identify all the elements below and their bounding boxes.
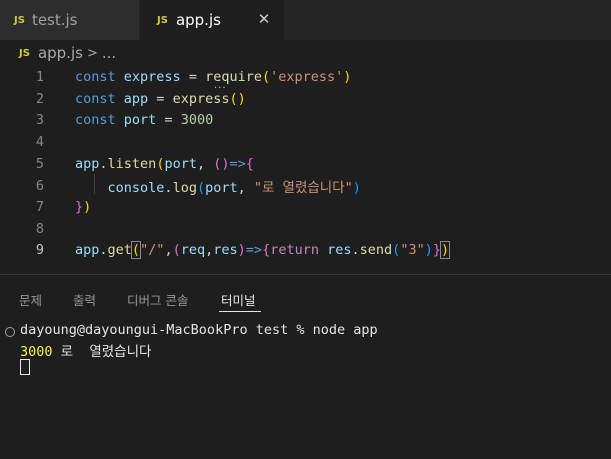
terminal-output-text: 로 열렸습니다 bbox=[52, 344, 152, 360]
line-number: 7 bbox=[35, 198, 44, 215]
terminal-prompt-line: dayoung@dayoungui-MacBookPro test % node… bbox=[20, 322, 378, 338]
line-number: 5 bbox=[35, 155, 44, 172]
code-text: const port = 3000 bbox=[75, 111, 214, 128]
tab-output[interactable]: 출력 bbox=[73, 290, 96, 309]
code-line: 5 app.listen(port, ()=>{ bbox=[0, 153, 611, 174]
tab-problems[interactable]: 문제 bbox=[19, 290, 42, 309]
tab-test-js[interactable]: JS test.js bbox=[0, 0, 140, 40]
close-icon[interactable]: ✕ bbox=[254, 9, 274, 29]
hover-hint-dots: ... bbox=[214, 80, 227, 91]
tab-label: test.js bbox=[31, 11, 78, 29]
terminal-cursor-icon bbox=[20, 359, 30, 375]
tab-label: app.js bbox=[175, 11, 221, 29]
line-number: 1 bbox=[35, 68, 44, 85]
breadcrumb-more[interactable]: ... bbox=[102, 44, 116, 62]
tab-debug-console[interactable]: 디버그 콘솔 bbox=[127, 290, 188, 309]
code-text: console.log(port, "로 열렸습니다") bbox=[107, 179, 361, 196]
code-line-current: 9 app.get("/",(req,res)=>{return res.sen… bbox=[0, 239, 611, 260]
tab-terminal[interactable]: 터미널 bbox=[221, 290, 256, 309]
breadcrumb-file[interactable]: app.js bbox=[38, 44, 83, 62]
terminal-output-number: 3000 bbox=[20, 344, 53, 360]
code-text: const app = express() bbox=[75, 90, 246, 107]
chevron-right-icon: > bbox=[86, 45, 98, 61]
code-text: app.listen(port, ()=>{ bbox=[75, 155, 254, 172]
panel-tab-bar: 문제 출력 디버그 콘솔 터미널 bbox=[0, 275, 611, 315]
js-file-icon: JS bbox=[19, 47, 30, 59]
line-number: 3 bbox=[35, 111, 44, 128]
code-text: }) bbox=[75, 198, 92, 215]
terminal[interactable]: dayoung@dayoungui-MacBookPro test % node… bbox=[0, 322, 611, 452]
code-line: 2 const app = express() bbox=[0, 88, 611, 109]
js-file-icon: JS bbox=[14, 14, 25, 26]
code-line: 1 const express = require('express') bbox=[0, 66, 611, 87]
editor-tab-bar: JS test.js JS app.js ✕ bbox=[0, 0, 611, 40]
code-text: app.get("/",(req,res)=>{return res.send(… bbox=[75, 240, 451, 259]
terminal-circle-icon bbox=[5, 327, 15, 337]
code-line: 3 const port = 3000 bbox=[0, 109, 611, 130]
terminal-output-line: 3000 로 열렸습니다 bbox=[20, 340, 152, 360]
code-line: 8 bbox=[0, 218, 611, 239]
line-number: 8 bbox=[35, 220, 44, 237]
indent-guide bbox=[94, 174, 95, 194]
js-file-icon: JS bbox=[157, 14, 168, 26]
line-number: 2 bbox=[35, 90, 44, 107]
code-line: 7 }) bbox=[0, 196, 611, 217]
code-line: 6 console.log(port, "로 열렸습니다") bbox=[0, 175, 611, 196]
line-number: 4 bbox=[35, 133, 44, 150]
line-number: 6 bbox=[35, 177, 44, 194]
code-editor[interactable]: 1 const express = require('express') 2 c… bbox=[0, 66, 611, 268]
active-tab-indicator bbox=[219, 311, 261, 312]
code-line: 4 bbox=[0, 131, 611, 152]
breadcrumb: JS app.js > ... bbox=[0, 40, 611, 66]
tab-app-js[interactable]: JS app.js ✕ bbox=[140, 0, 284, 40]
line-number: 9 bbox=[35, 241, 44, 258]
